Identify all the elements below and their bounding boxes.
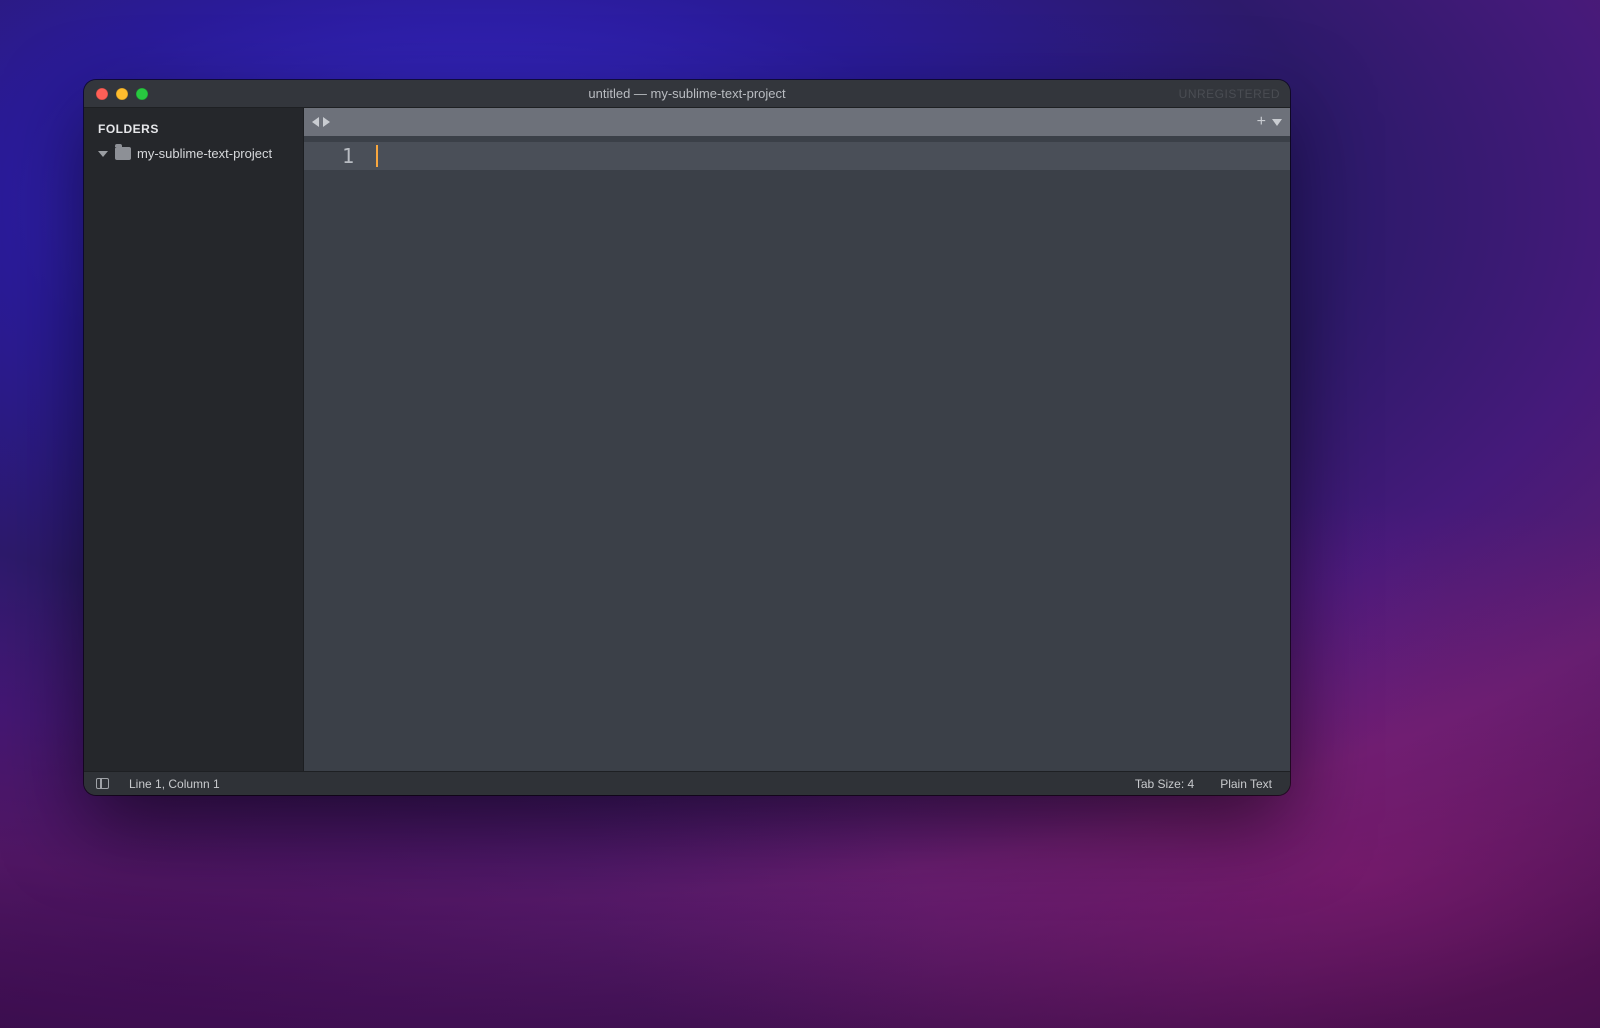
chevron-down-icon[interactable] [98, 151, 108, 157]
traffic-lights [84, 88, 148, 100]
window-title: untitled — my-sublime-text-project [84, 86, 1290, 101]
registration-status[interactable]: UNREGISTERED [1179, 80, 1280, 107]
sidebar-header: FOLDERS [84, 118, 303, 144]
panel-switcher-icon[interactable] [96, 778, 109, 789]
plus-icon[interactable]: + [1255, 114, 1268, 130]
chevron-right-icon[interactable] [323, 117, 330, 127]
sidebar[interactable]: FOLDERS my-sublime-text-project [84, 108, 304, 771]
editor-line[interactable] [368, 142, 1290, 170]
chevron-down-icon[interactable] [1272, 119, 1282, 126]
folder-tree-item[interactable]: my-sublime-text-project [84, 144, 303, 163]
titlebar[interactable]: untitled — my-sublime-text-project UNREG… [84, 80, 1290, 108]
status-position[interactable]: Line 1, Column 1 [123, 777, 226, 791]
status-tab-size[interactable]: Tab Size: 4 [1129, 777, 1200, 791]
editor-pane: + 1 [304, 108, 1290, 771]
text-cursor [376, 145, 378, 167]
editor[interactable]: 1 [304, 136, 1290, 771]
gutter[interactable]: 1 [304, 136, 368, 771]
status-syntax[interactable]: Plain Text [1214, 777, 1278, 791]
tab-bar[interactable]: + [304, 108, 1290, 136]
status-bar[interactable]: Line 1, Column 1 Tab Size: 4 Plain Text [84, 771, 1290, 795]
chevron-left-icon[interactable] [312, 117, 319, 127]
line-number[interactable]: 1 [304, 142, 368, 170]
folder-label: my-sublime-text-project [137, 146, 272, 161]
maximize-window-button[interactable] [136, 88, 148, 100]
text-area[interactable] [368, 136, 1290, 771]
close-window-button[interactable] [96, 88, 108, 100]
app-window: untitled — my-sublime-text-project UNREG… [84, 80, 1290, 795]
folder-icon [115, 147, 131, 160]
minimize-window-button[interactable] [116, 88, 128, 100]
window-body: FOLDERS my-sublime-text-project + [84, 108, 1290, 771]
